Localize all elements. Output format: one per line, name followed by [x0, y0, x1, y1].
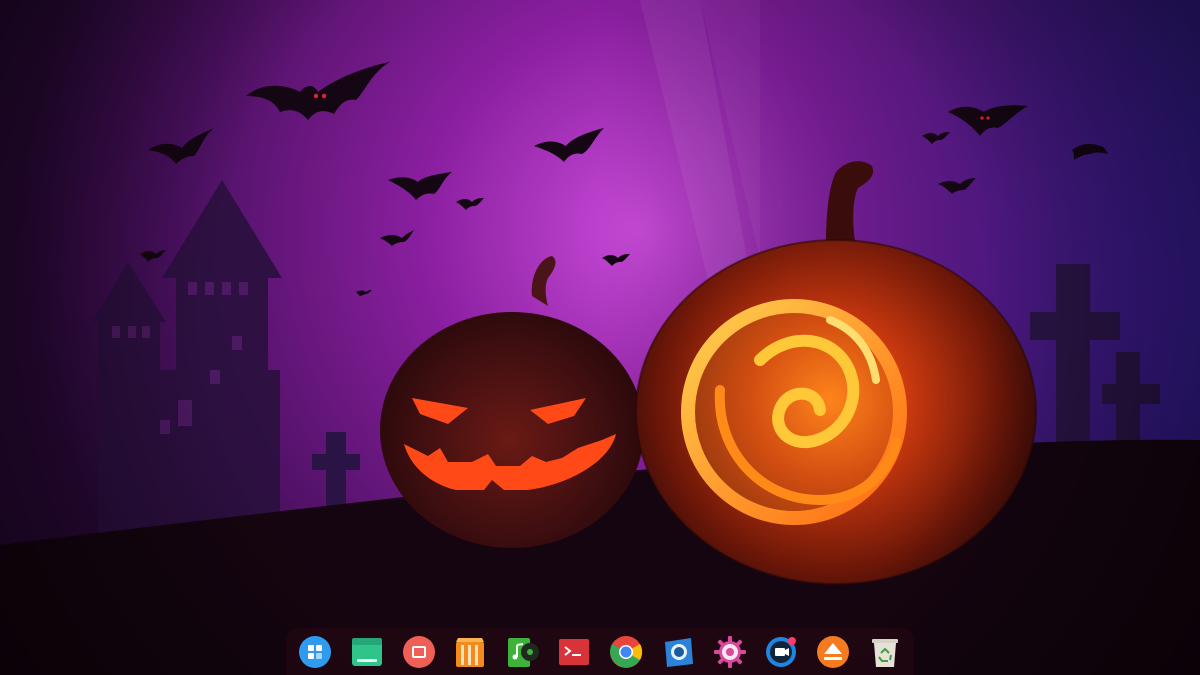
file-manager-icon — [351, 637, 382, 666]
dock-item-launcher[interactable] — [296, 633, 334, 671]
launcher-icon — [299, 635, 331, 668]
music-icon — [508, 637, 540, 667]
dock-item-disk-utility[interactable] — [814, 633, 852, 671]
dock-item-app-store[interactable] — [451, 633, 489, 671]
chrome-icon — [609, 635, 643, 668]
movie-icon — [402, 635, 435, 668]
dock-item-screen-recorder[interactable] — [762, 633, 800, 671]
trash-icon — [871, 638, 898, 667]
eject-icon — [817, 635, 850, 668]
gear-icon — [713, 635, 746, 668]
dock-item-trash[interactable] — [866, 633, 904, 671]
dock-item-file-manager[interactable] — [348, 633, 386, 671]
dock-item-music[interactable] — [503, 633, 541, 671]
desktop[interactable] — [0, 0, 1200, 675]
camera-icon — [766, 636, 797, 667]
dock-item-control-center[interactable] — [711, 633, 749, 671]
store-icon — [456, 637, 485, 667]
dock-item-screenshot[interactable] — [659, 633, 697, 671]
dock-item-browser[interactable] — [607, 633, 645, 671]
screenshot-icon — [664, 637, 693, 667]
desktop-wallpaper — [0, 0, 1200, 675]
dock-item-movie-player[interactable] — [400, 633, 438, 671]
dock — [286, 628, 914, 675]
terminal-icon — [559, 638, 590, 665]
dock-item-terminal[interactable] — [555, 633, 593, 671]
